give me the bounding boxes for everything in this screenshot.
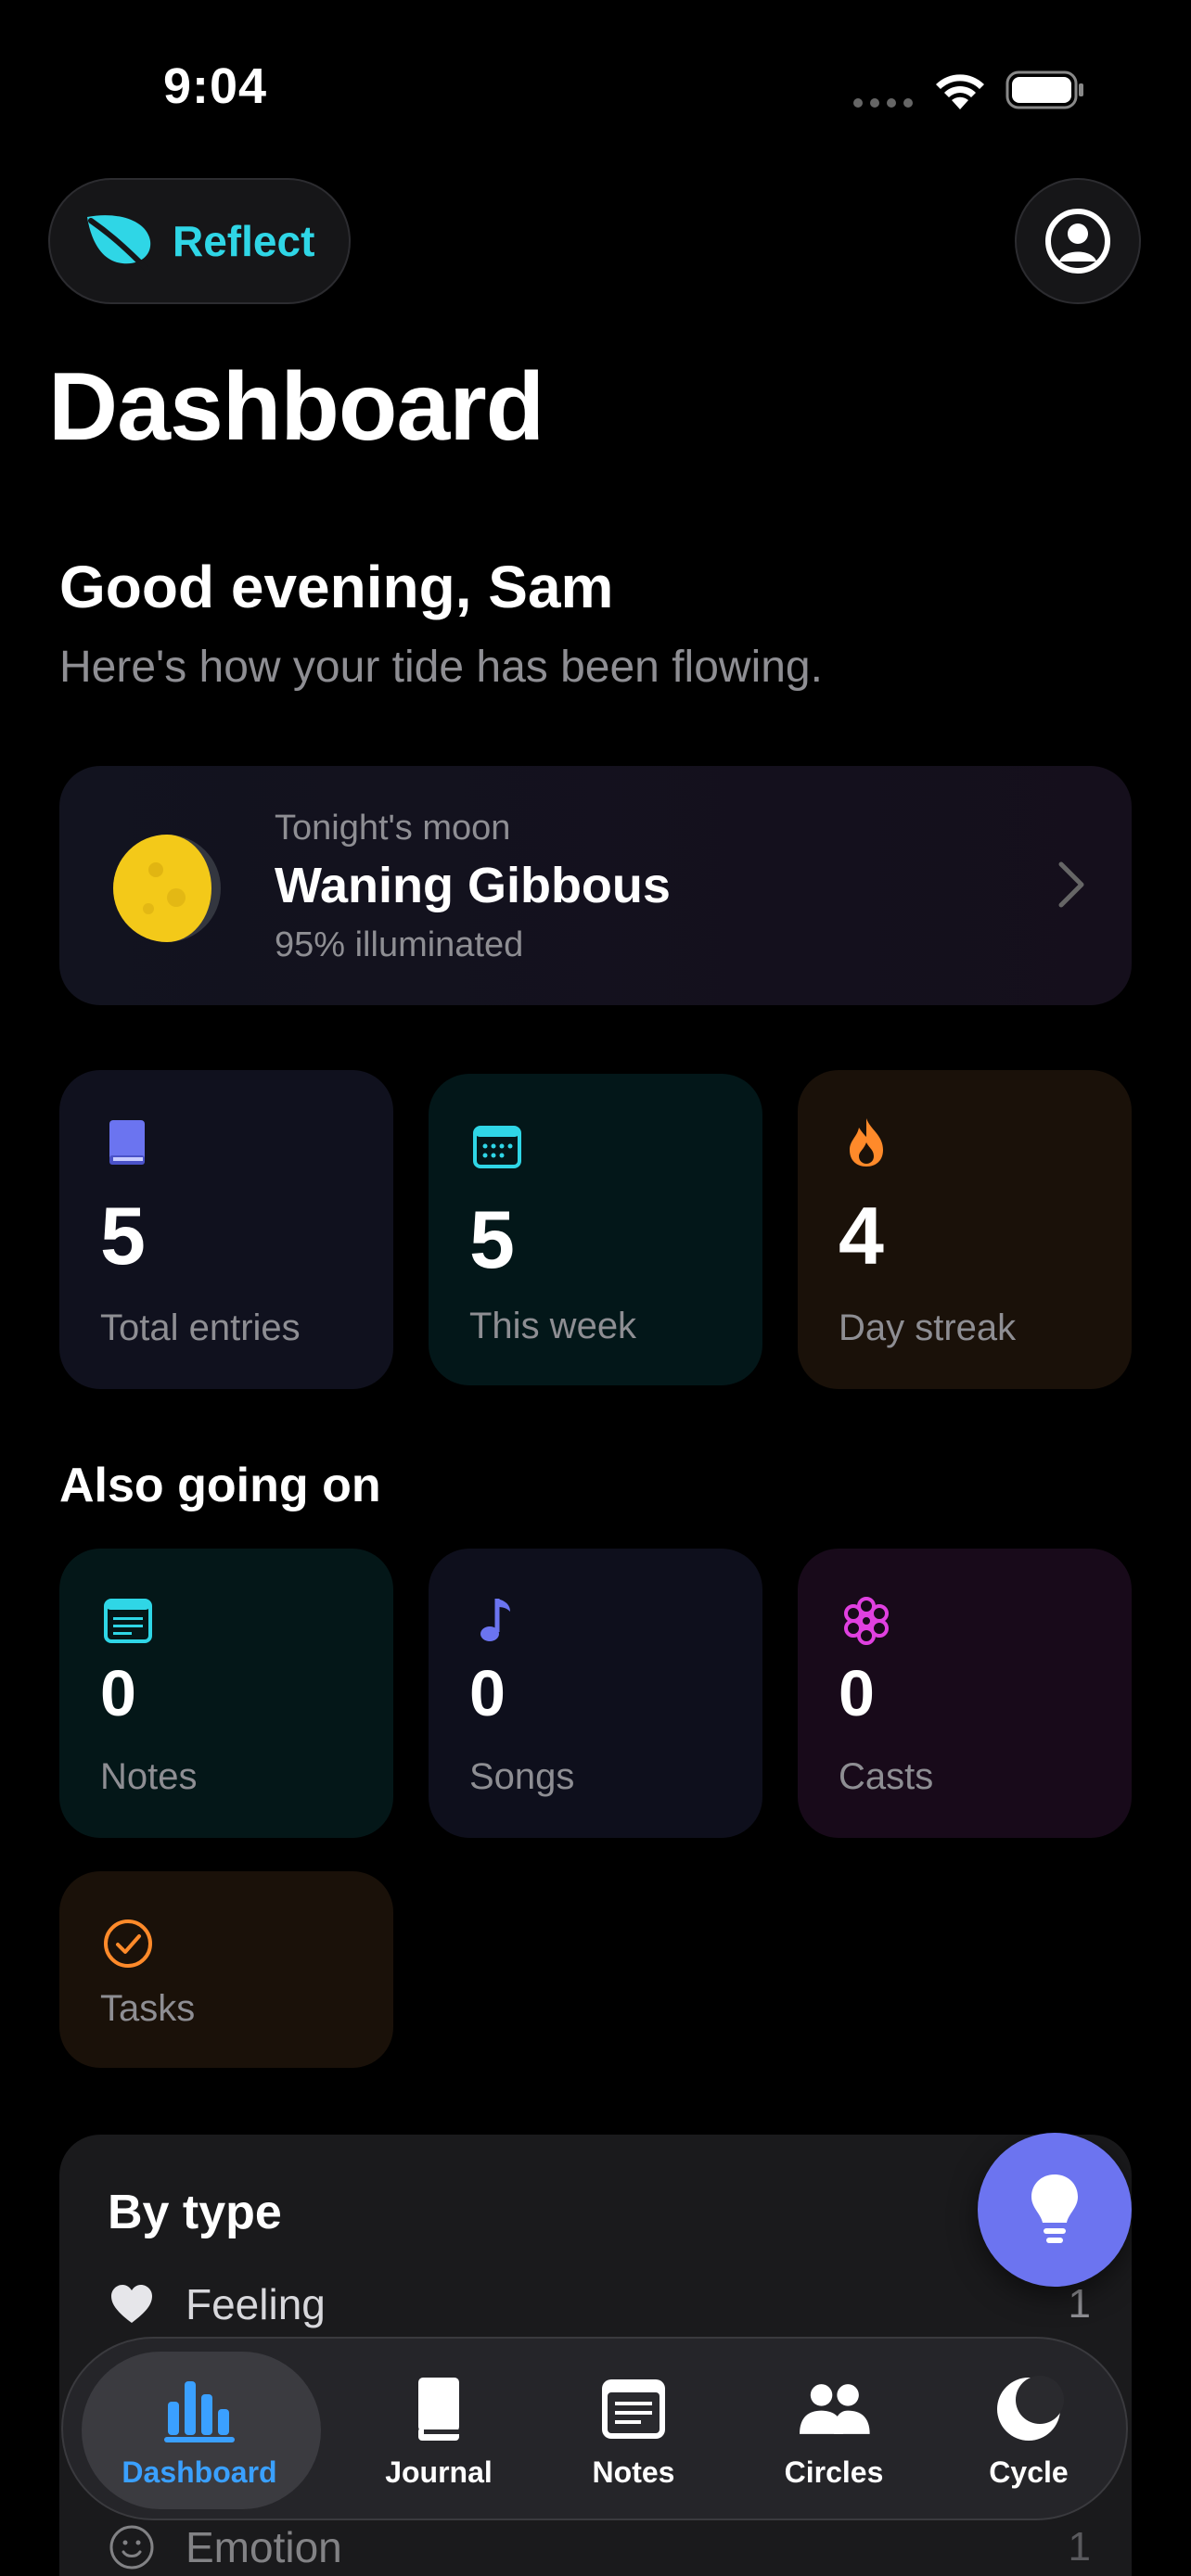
type-row-feeling[interactable]: Feeling 1 xyxy=(108,2272,1091,2337)
app-switcher-button[interactable]: Reflect xyxy=(48,178,351,304)
type-name: Feeling xyxy=(186,2280,326,2328)
stat-label: Notes xyxy=(100,1756,198,1797)
total-entries-card[interactable]: 5 Total entries xyxy=(59,1070,393,1389)
tab-dashboard[interactable]: Dashboard xyxy=(74,2339,325,2522)
stat-value: 0 xyxy=(100,1657,136,1729)
flower-icon xyxy=(844,1597,889,1645)
person-circle-icon xyxy=(1045,209,1110,274)
checkmark-circle-icon xyxy=(104,1919,152,1968)
tab-bar: Dashboard Journal Notes Circles Cycle xyxy=(61,2337,1128,2520)
book-icon xyxy=(109,1120,145,1165)
stat-value: 5 xyxy=(100,1190,146,1282)
stat-label: Day streak xyxy=(839,1307,1017,1348)
note-icon xyxy=(104,1599,152,1643)
moon-phase-name: Waning Gibbous xyxy=(275,858,671,913)
type-name: Emotion xyxy=(186,2523,342,2571)
flame-icon xyxy=(850,1118,883,1167)
stat-value: 5 xyxy=(469,1193,515,1285)
tab-notes[interactable]: Notes xyxy=(545,2339,722,2522)
chart-bars-icon xyxy=(164,2381,235,2442)
section-title: Also going on xyxy=(59,1459,381,1512)
tab-cycle[interactable]: Cycle xyxy=(950,2339,1108,2522)
stat-value: 4 xyxy=(839,1190,884,1282)
moon-card[interactable]: Tonight's moon Waning Gibbous 95% illumi… xyxy=(59,766,1132,1005)
this-week-card[interactable]: 5 This week xyxy=(429,1074,762,1385)
status-time: 9:04 xyxy=(163,58,268,114)
greeting-subtitle: Here's how your tide has been flowing. xyxy=(59,643,823,692)
stat-value: 0 xyxy=(839,1657,875,1729)
chevron-right-icon xyxy=(1058,861,1084,908)
cellular-signal-icon xyxy=(853,98,913,108)
tasks-card[interactable]: Tasks xyxy=(59,1871,393,2068)
moon-icon xyxy=(997,2376,1064,2441)
insight-button[interactable] xyxy=(978,2133,1132,2287)
app-name: Reflect xyxy=(173,217,315,265)
calendar-icon xyxy=(473,1126,521,1168)
type-row-emotion[interactable]: Emotion 1 xyxy=(108,2515,1091,2576)
stat-label: Tasks xyxy=(100,1988,196,2029)
note-icon xyxy=(602,2379,665,2439)
battery-icon xyxy=(1005,70,1083,109)
tab-label: Cycle xyxy=(989,2455,1069,2489)
heart-icon xyxy=(111,2285,152,2323)
stat-value: 0 xyxy=(469,1657,506,1729)
notes-card[interactable]: 0 Notes xyxy=(59,1549,393,1838)
stat-label: Total entries xyxy=(100,1307,301,1348)
tab-label: Journal xyxy=(385,2455,493,2489)
leaf-icon xyxy=(87,215,151,272)
stat-label: This week xyxy=(469,1306,637,1346)
music-note-icon xyxy=(480,1599,510,1641)
type-count: 1 xyxy=(1068,2524,1091,2570)
tab-journal[interactable]: Journal xyxy=(351,2339,527,2522)
tab-label: Circles xyxy=(784,2455,884,2489)
stat-label: Casts xyxy=(839,1756,934,1797)
page-title: Dashboard xyxy=(48,353,544,461)
tab-label: Notes xyxy=(592,2455,675,2489)
lightbulb-icon xyxy=(1031,2174,1078,2243)
wifi-icon xyxy=(936,74,984,109)
status-bar: 9:04 xyxy=(0,0,1191,176)
tab-circles[interactable]: Circles xyxy=(736,2339,931,2522)
songs-card[interactable]: 0 Songs xyxy=(429,1549,762,1838)
book-icon xyxy=(418,2378,459,2441)
moon-illumination: 95% illuminated xyxy=(275,925,524,964)
greeting-title: Good evening, Sam xyxy=(59,554,614,620)
stat-label: Songs xyxy=(469,1756,575,1797)
day-streak-card[interactable]: 4 Day streak xyxy=(798,1070,1132,1389)
moon-caption: Tonight's moon xyxy=(275,809,511,848)
people-icon xyxy=(800,2384,870,2434)
tab-label: Dashboard xyxy=(122,2455,277,2489)
by-type-title: By type xyxy=(108,2186,282,2239)
profile-button[interactable] xyxy=(1015,178,1141,304)
moon-phase-icon xyxy=(113,835,221,942)
type-count: 1 xyxy=(1068,2281,1091,2327)
smiley-icon xyxy=(109,2525,154,2570)
casts-card[interactable]: 0 Casts xyxy=(798,1549,1132,1838)
